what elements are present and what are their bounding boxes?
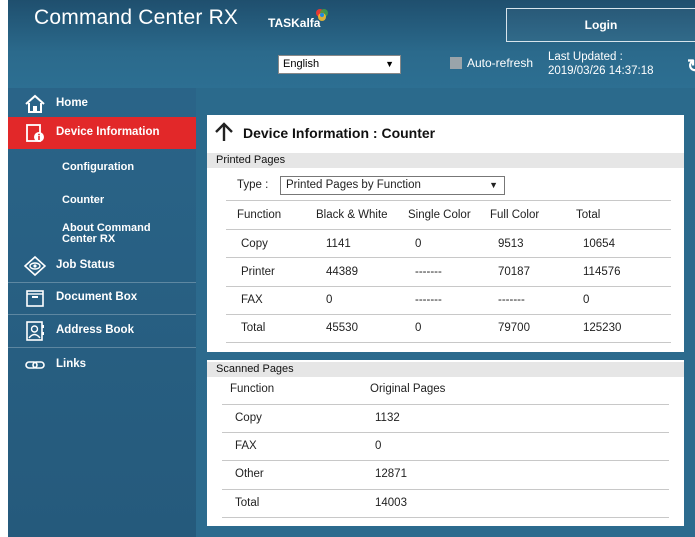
- table-cell: 0: [326, 294, 333, 306]
- divider: [226, 342, 671, 343]
- table-cell: 114576: [583, 266, 621, 278]
- table-cell: FAX: [235, 440, 257, 452]
- table-cell: Copy: [241, 238, 268, 250]
- sidebar-item-device-information[interactable]: Device Information: [8, 117, 196, 149]
- login-button[interactable]: Login: [506, 8, 695, 42]
- language-select[interactable]: English ▼: [278, 55, 401, 74]
- home-icon: [25, 94, 45, 113]
- eye-icon: [24, 255, 46, 277]
- table-cell: 1141: [326, 238, 351, 250]
- table-cell: Total: [235, 497, 260, 509]
- table-cell: 0: [583, 294, 590, 306]
- sidebar-item-links[interactable]: Links: [8, 349, 196, 381]
- sidebar-item-label: Document Box: [56, 291, 138, 303]
- header-bar: Command Center RX TASKalfa Login English…: [8, 0, 695, 88]
- printed-pages-heading: Printed Pages: [207, 153, 684, 168]
- sidebar-subitem-configuration[interactable]: Configuration: [62, 162, 134, 173]
- table-cell: 9513: [498, 238, 524, 250]
- page-title: Device Information : Counter: [243, 125, 436, 141]
- sidebar-item-label: Device Information: [56, 126, 160, 138]
- product-name: TASKalfa: [268, 16, 321, 30]
- table-cell: 70187: [498, 266, 530, 278]
- link-icon: [25, 361, 45, 369]
- sidebar: Home Device Information Configuration Co…: [8, 88, 196, 537]
- folder-icon: [26, 290, 44, 307]
- page-title-bar: Device Information : Counter: [207, 115, 684, 153]
- column-header: Total: [576, 209, 601, 221]
- refresh-icon[interactable]: ↻: [687, 56, 695, 77]
- app-title: Command Center RX: [34, 6, 239, 29]
- table-cell: -------: [498, 294, 525, 306]
- last-updated-label: Last Updated :: [548, 51, 623, 63]
- table-cell: -------: [415, 266, 442, 278]
- column-header: Single Color: [408, 209, 471, 221]
- auto-refresh-checkbox[interactable]: [450, 57, 462, 69]
- divider: [226, 257, 671, 258]
- last-updated: Last Updated : 2019/03/26 14:37:18: [548, 50, 654, 78]
- table-cell: Other: [235, 468, 264, 480]
- table-cell: 0: [415, 238, 422, 250]
- product-logo-icon: [316, 9, 328, 21]
- column-header: Full Color: [490, 209, 540, 221]
- auto-refresh-toggle[interactable]: Auto-refresh: [450, 56, 533, 70]
- sidebar-subitem-counter[interactable]: Counter: [62, 195, 104, 206]
- divider: [226, 200, 671, 201]
- sidebar-item-label: Address Book: [56, 324, 134, 336]
- divider: [222, 460, 669, 461]
- sidebar-item-document-box[interactable]: Document Box: [8, 282, 196, 314]
- column-header: Function: [237, 209, 282, 221]
- divider: [222, 404, 669, 405]
- divider: [226, 314, 671, 315]
- table-cell: Printer: [241, 266, 275, 278]
- sidebar-subitem-about[interactable]: About Command Center RX: [62, 223, 182, 245]
- table-cell: 44389: [326, 266, 358, 278]
- chevron-down-icon: ▼: [385, 59, 394, 69]
- chevron-down-icon: ▼: [489, 180, 498, 190]
- table-cell: -------: [415, 294, 442, 306]
- sidebar-item-address-book[interactable]: Address Book: [8, 315, 196, 347]
- printed-pages-panel: Device Information : Counter Printed Pag…: [207, 115, 684, 352]
- arrow-up-icon[interactable]: [214, 122, 234, 142]
- sidebar-item-label: Links: [56, 358, 87, 370]
- table-cell: 45530: [326, 322, 358, 334]
- column-header: Black & White: [316, 209, 388, 221]
- table-cell: Copy: [235, 412, 262, 424]
- table-cell: 0: [375, 440, 382, 452]
- sidebar-item-label: Home: [56, 97, 88, 109]
- table-cell: 14003: [375, 497, 407, 509]
- table-cell: FAX: [241, 294, 263, 306]
- scanned-pages-panel: Scanned Pages: [207, 360, 684, 526]
- table-cell: 1132: [375, 412, 400, 424]
- divider: [226, 286, 671, 287]
- language-value: English: [283, 58, 320, 70]
- last-updated-value: 2019/03/26 14:37:18: [548, 65, 654, 77]
- type-select[interactable]: Printed Pages by Function ▼: [280, 176, 505, 195]
- device-info-icon: [26, 124, 44, 142]
- table-cell: 79700: [498, 322, 530, 334]
- column-header: Function: [230, 383, 275, 395]
- divider: [226, 229, 671, 230]
- table-cell: 125230: [583, 322, 622, 334]
- auto-refresh-label: Auto-refresh: [467, 56, 534, 70]
- type-value: Printed Pages by Function: [286, 179, 421, 191]
- sidebar-item-job-status[interactable]: Job Status: [8, 250, 196, 282]
- sidebar-item-home[interactable]: Home: [8, 88, 196, 120]
- divider: [222, 517, 669, 518]
- type-label: Type :: [237, 179, 269, 191]
- sidebar-item-label: Job Status: [56, 259, 115, 271]
- address-book-icon: [26, 321, 44, 341]
- table-cell: 0: [415, 322, 422, 334]
- divider: [8, 347, 196, 348]
- table-cell: 12871: [375, 468, 407, 480]
- table-cell: Total: [241, 322, 266, 334]
- column-header: Original Pages: [370, 383, 446, 395]
- divider: [222, 489, 669, 490]
- divider: [222, 432, 669, 433]
- table-cell: 10654: [583, 238, 615, 250]
- scanned-pages-heading: Scanned Pages: [207, 362, 684, 377]
